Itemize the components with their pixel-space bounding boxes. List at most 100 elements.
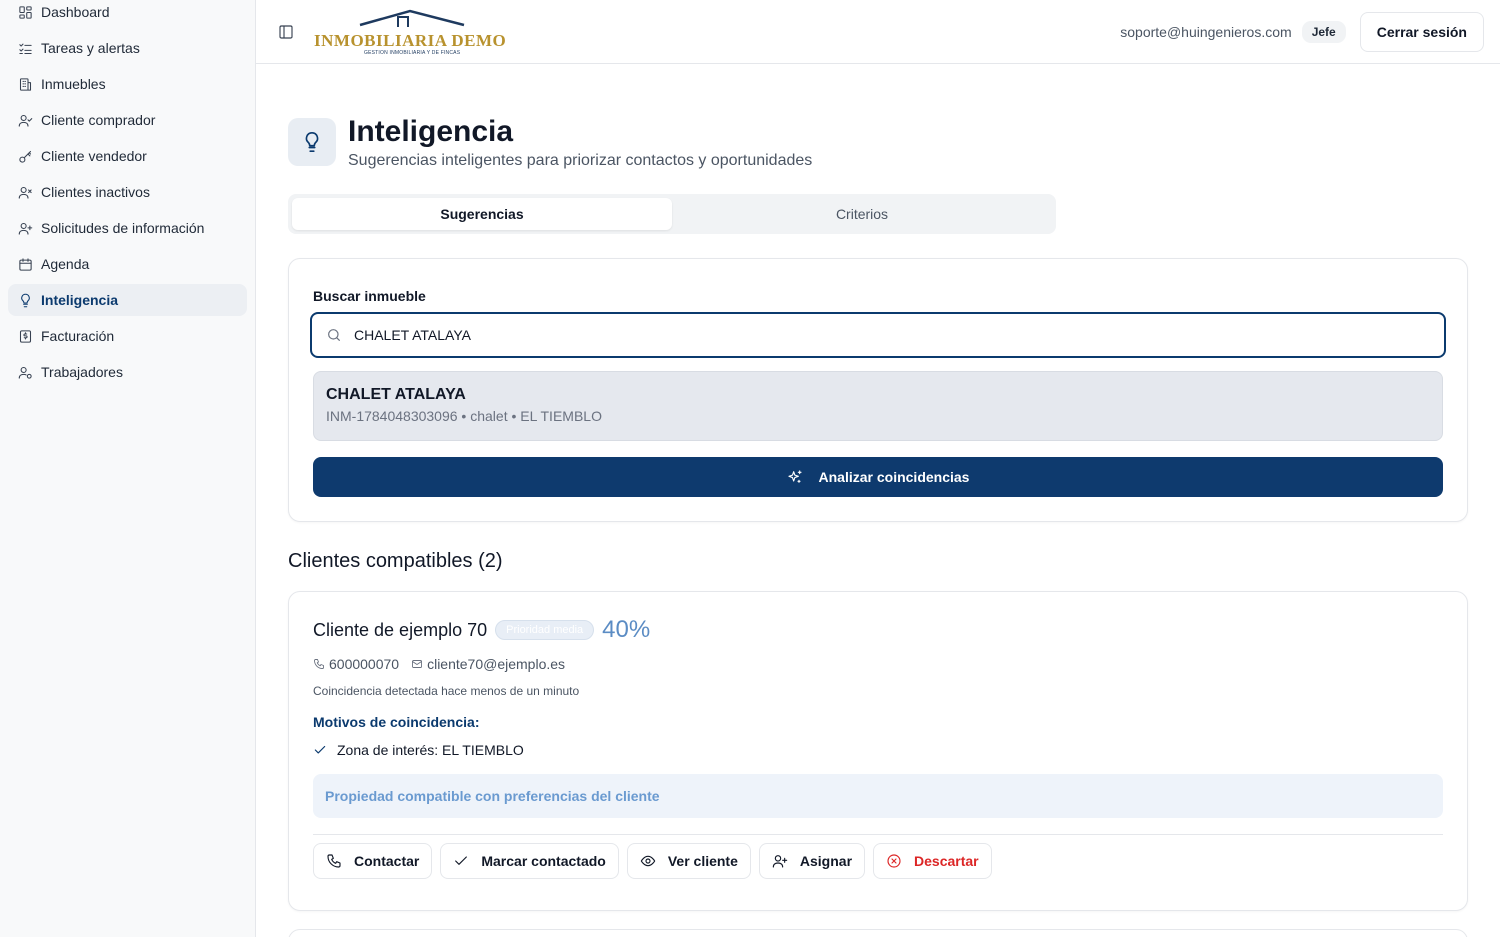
compat-note: Propiedad compatible con preferencias de… [313,774,1443,818]
sidebar-item-tareas[interactable]: Tareas y alertas [8,32,247,64]
priority-badge: Prioridad media [495,620,595,640]
result-name: CHALET ATALAYA [326,386,466,403]
sidebar-item-inmuebles[interactable]: Inmuebles [8,68,247,100]
sidebar-item-label: Inteligencia [41,292,119,308]
client-actions: Contactar Marcar contactado Ver cliente … [313,843,1443,879]
calendar-icon [17,256,33,272]
user-check-icon [17,112,33,128]
tabs: Sugerencias Criterios [288,194,1056,234]
eye-icon [640,855,656,867]
dashboard-icon [17,4,33,20]
assign-button[interactable]: Asignar [758,843,866,879]
sidebar-item-clientes-inactivos[interactable]: Clientes inactivos [8,176,247,208]
motive-text: Zona de interés: EL TIEMBLO [337,742,524,758]
mark-contacted-button[interactable]: Marcar contactado [440,843,619,879]
view-client-button[interactable]: Ver cliente [626,843,751,879]
sidebar: Dashboard Tareas y alertas Inmuebles Cli… [0,0,256,937]
sidebar-item-label: Trabajadores [41,364,123,380]
user-x-icon [17,184,33,200]
sidebar-item-agenda[interactable]: Agenda [8,248,247,280]
sidebar-item-solicitudes[interactable]: Solicitudes de información [8,212,247,244]
logo-subtext: GESTION INMOBILIARIA Y DE FINCAS [364,49,461,56]
client-header: Cliente de ejemplo 70 Prioridad media 40… [313,616,1443,644]
tab-criterios[interactable]: Criterios [672,198,1052,230]
client-email-wrap: cliente70@ejemplo.es [411,656,565,672]
sidebar-toggle-icon[interactable] [278,24,294,40]
sidebar-item-inteligencia[interactable]: Inteligencia [8,284,247,316]
user-email: soporte@huingenieros.com [1120,23,1292,40]
analyze-button[interactable]: Analizar coincidencias [313,457,1443,497]
key-icon [17,148,33,164]
sidebar-item-label: Cliente vendedor [41,148,147,164]
lightbulb-icon [288,118,336,166]
page-subtitle: Sugerencias inteligentes para priorizar … [348,152,813,169]
user-plus-icon [772,855,788,868]
sidebar-item-label: Agenda [41,256,90,272]
contact-row: 600000070 cliente70@ejemplo.es [313,656,1443,672]
list-checks-icon [17,40,33,56]
sidebar-item-label: Tareas y alertas [41,40,140,56]
sidebar-item-dashboard[interactable]: Dashboard [8,0,247,28]
sidebar-item-label: Dashboard [41,4,110,20]
mark-contacted-label: Marcar contactado [481,853,606,869]
detected-time: Coincidencia detectada hace menos de un … [313,684,580,698]
view-client-label: Ver cliente [667,853,738,869]
section-title: Clientes compatibles (2) [288,550,503,572]
next-client-card [288,929,1468,937]
client-email: cliente70@ejemplo.es [427,656,566,672]
topbar: INMOBILIARIA DEMO GESTION INMOBILIARIA Y… [256,0,1500,64]
sidebar-item-cliente-comprador[interactable]: Cliente comprador [8,104,247,136]
search-input[interactable] [354,327,1254,343]
sidebar-item-trabajadores[interactable]: Trabajadores [8,356,247,388]
discard-button[interactable]: Descartar [873,843,992,879]
receipt-icon [17,328,33,344]
logo-text: INMOBILIARIA DEMO [314,30,507,50]
assign-label: Asignar [799,853,853,869]
logo-roof-icon [359,9,465,27]
search-result-item[interactable]: CHALET ATALAYA INM-1784048303096 • chale… [313,371,1443,441]
search-card: Buscar inmueble CHALET ATALAYA INM-17840… [288,258,1468,522]
client-card: Cliente de ejemplo 70 Prioridad media 40… [288,591,1468,911]
analyze-label: Analizar coincidencias [818,469,970,485]
motive-item: Zona de interés: EL TIEMBLO [313,742,1443,758]
sidebar-item-label: Solicitudes de información [41,220,205,236]
check-icon [314,745,326,754]
client-phone-wrap: 600000070 [313,656,399,672]
role-badge: Jefe [1301,20,1346,43]
mail-icon [412,660,423,668]
sidebar-item-label: Inmuebles [41,76,106,92]
building-icon [17,76,33,92]
lightbulb-icon [17,292,33,308]
client-phone: 600000070 [329,656,400,672]
page-content: Inteligencia Sugerencias inteligentes pa… [288,64,1468,911]
search-label: Buscar inmueble [313,288,426,304]
sidebar-item-facturacion[interactable]: Facturación [8,320,247,352]
logout-button[interactable]: Cerrar sesión [1359,11,1484,52]
sidebar-item-label: Clientes inactivos [41,184,150,200]
match-score: 40% [602,616,651,643]
contact-label: Contactar [354,853,420,869]
users-cog-icon [17,364,33,380]
page-header: Inteligencia Sugerencias inteligentes pa… [288,116,1468,170]
sidebar-item-cliente-vendedor[interactable]: Cliente vendedor [8,140,247,172]
main-area: INMOBILIARIA DEMO GESTION INMOBILIARIA Y… [256,0,1500,937]
user-area: soporte@huingenieros.com Jefe Cerrar ses… [1120,11,1484,52]
user-plus-icon [17,220,33,236]
phone-icon [314,659,324,669]
sidebar-item-label: Facturación [41,328,115,344]
logo[interactable]: INMOBILIARIA DEMO GESTION INMOBILIARIA Y… [314,4,514,60]
x-circle-icon [887,854,901,868]
motives-title: Motivos de coincidencia: [313,714,480,730]
page-title: Inteligencia [348,115,514,148]
sparkles-icon [787,470,802,483]
result-meta: INM-1784048303096 • chalet • EL TIEMBLO [326,408,602,424]
tab-sugerencias[interactable]: Sugerencias [292,198,672,230]
check-icon [455,856,468,865]
search-icon [328,329,340,341]
contact-button[interactable]: Contactar [313,843,433,879]
discard-label: Descartar [914,853,979,869]
divider [313,834,1443,835]
client-name: Cliente de ejemplo 70 [313,619,488,640]
search-box[interactable] [310,312,1446,358]
phone-icon [327,854,341,868]
